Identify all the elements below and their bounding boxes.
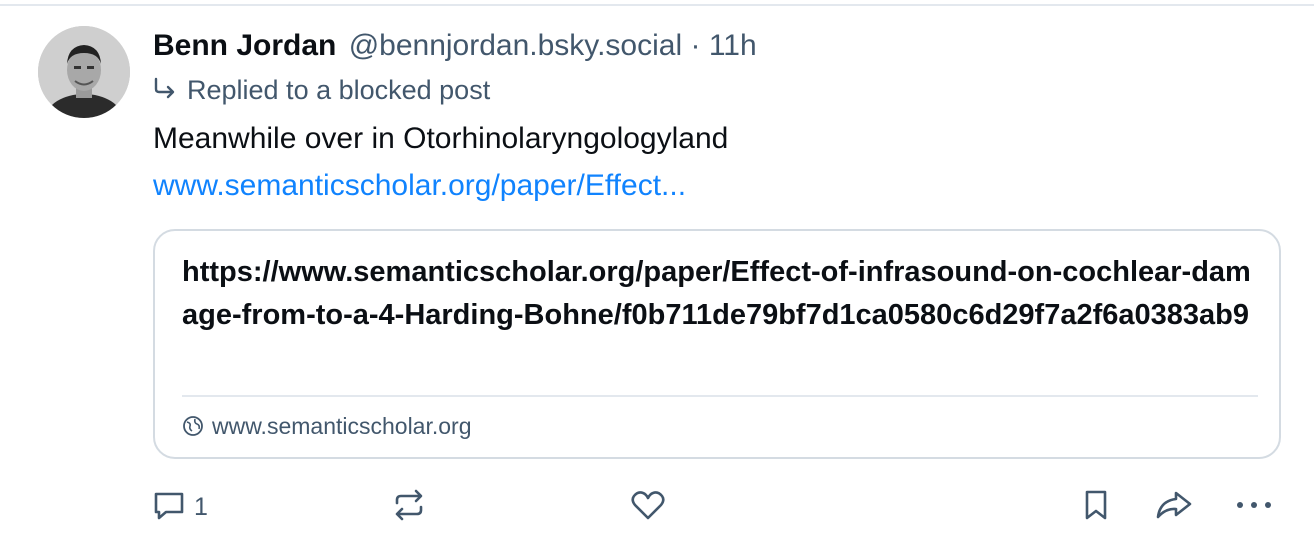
reply-button[interactable]: 1 [152, 486, 208, 528]
more-icon [1234, 498, 1274, 516]
like-icon [630, 489, 666, 526]
reply-note-text: Replied to a blocked post [187, 75, 491, 105]
bookmark-button[interactable] [1081, 486, 1111, 528]
card-divider [182, 395, 1258, 397]
post-header: Benn Jordan @bennjordan.bsky.social · 11… [153, 26, 757, 66]
share-icon [1154, 489, 1194, 526]
card-domain: www.semanticscholar.org [182, 409, 472, 443]
author-name[interactable]: Benn Jordan [153, 29, 336, 62]
more-options-button[interactable] [1234, 486, 1274, 528]
author-handle[interactable]: @bennjordan.bsky.social [349, 29, 682, 62]
link-card[interactable]: https://www.semanticscholar.org/paper/Ef… [153, 229, 1281, 459]
post-link[interactable]: www.semanticscholar.org/paper/Effect... [153, 167, 686, 205]
post-text: Meanwhile over in Otorhinolaryngologylan… [153, 122, 729, 155]
reply-note: Replied to a blocked post [153, 72, 490, 108]
card-title: https://www.semanticscholar.org/paper/Ef… [182, 256, 1251, 331]
bookmark-icon [1081, 488, 1111, 527]
separator-dot: · [690, 29, 701, 62]
reply-arrow-icon [153, 72, 179, 108]
post-time[interactable]: 11h [709, 29, 757, 62]
like-button[interactable] [630, 486, 666, 528]
top-divider [0, 4, 1314, 6]
card-domain-text: www.semanticscholar.org [212, 413, 472, 439]
reply-icon [152, 489, 186, 526]
repost-button[interactable] [392, 486, 426, 528]
share-button[interactable] [1154, 486, 1194, 528]
reply-count: 1 [194, 492, 208, 521]
globe-icon [182, 412, 204, 446]
repost-icon [392, 488, 426, 527]
avatar[interactable] [38, 26, 130, 118]
